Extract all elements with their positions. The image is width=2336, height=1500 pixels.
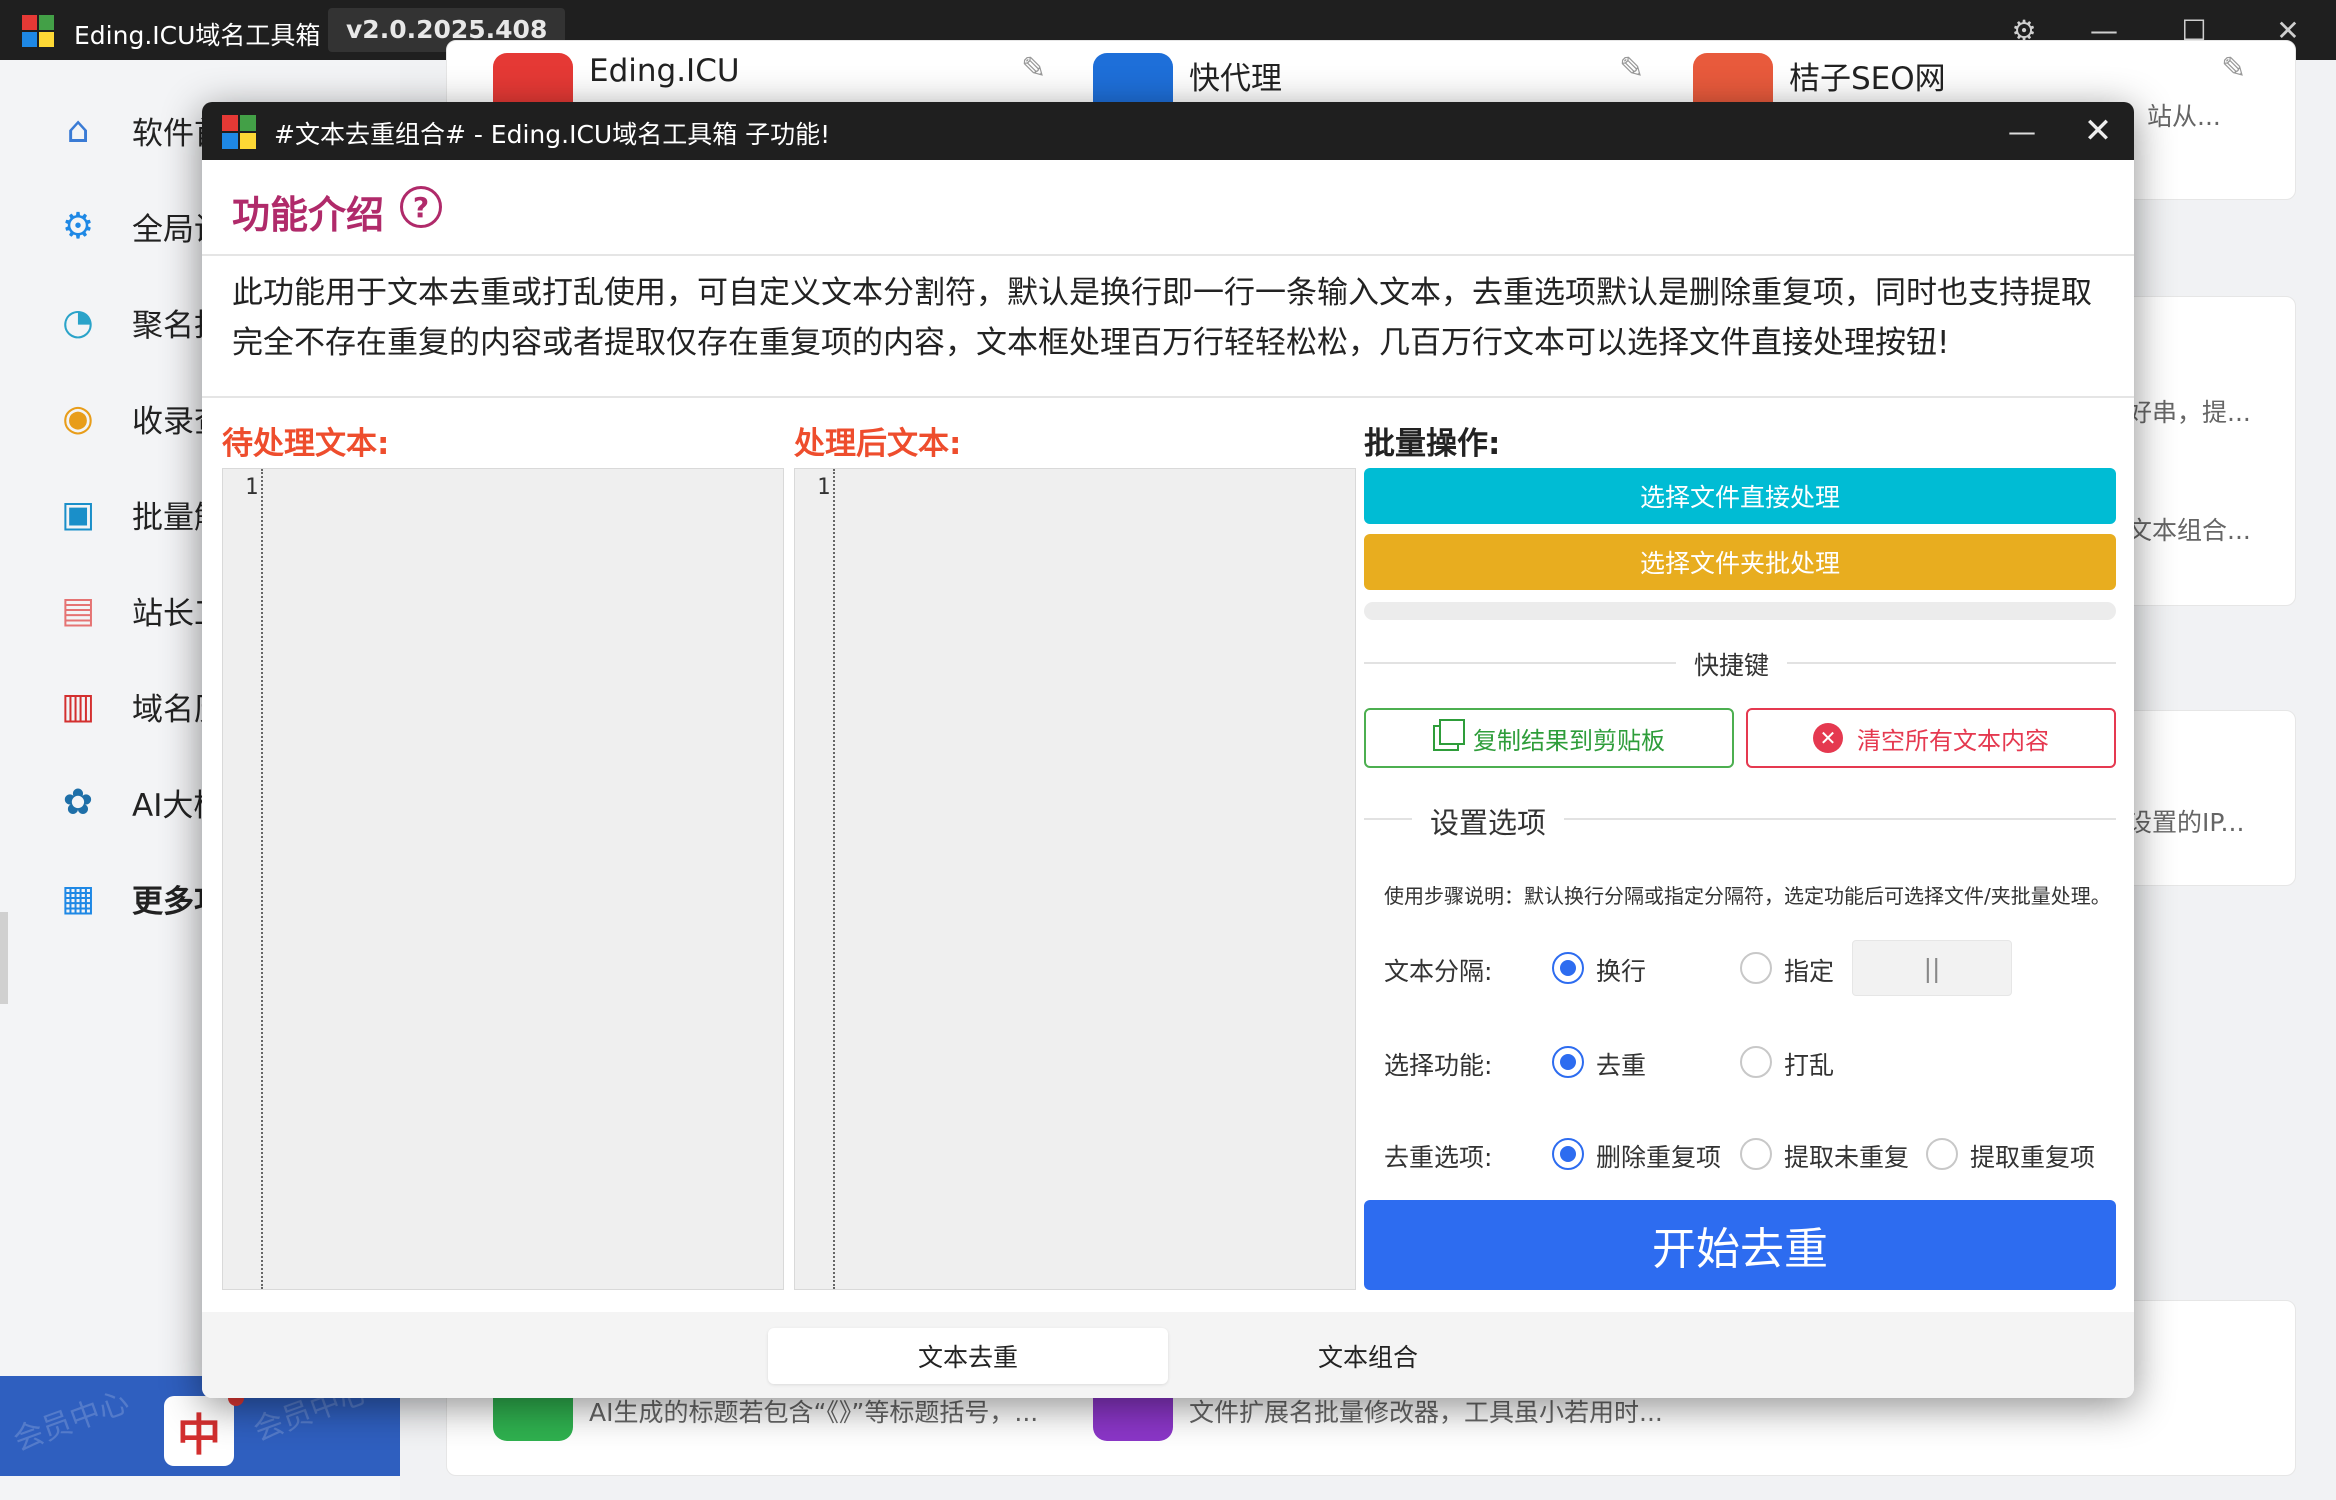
copy-result-button[interactable]: 复制结果到剪贴板 <box>1364 708 1734 768</box>
gear-icon: ⚙ <box>61 205 95 247</box>
tool-title: 快代理 <box>1189 61 1282 97</box>
copy-button-label: 复制结果到剪贴板 <box>1473 726 1665 755</box>
dialog-titlebar: #文本去重组合# - Eding.ICU域名工具箱 子功能! — ✕ <box>202 102 2134 160</box>
tool-title: Eding.ICU <box>589 53 740 89</box>
sidebar-active-indicator <box>0 912 8 1004</box>
output-heading: 处理后文本: <box>794 426 962 462</box>
select-file-button[interactable]: 选择文件直接处理 <box>1364 468 2116 524</box>
batch-heading: 批量操作: <box>1364 426 1501 462</box>
barcode-icon: ▥ <box>60 685 95 727</box>
start-dedup-button[interactable]: 开始去重 <box>1364 1200 2116 1290</box>
toolbox-icon: ▤ <box>60 589 95 631</box>
input-heading: 待处理文本: <box>222 426 390 462</box>
radio-label: 去重 <box>1596 1051 1647 1080</box>
tool-desc: 好串，提... <box>2127 398 2251 427</box>
line-number: 1 <box>245 475 259 500</box>
copy-icon <box>1433 719 1465 751</box>
minimize-button[interactable]: — <box>1982 102 2062 160</box>
radio-label: 删除重复项 <box>1596 1143 1722 1172</box>
separator-label: 文本分隔: <box>1384 957 1493 986</box>
home-icon: ⌂ <box>66 109 90 151</box>
radio-label: 换行 <box>1596 957 1647 986</box>
cursor-icon: ▣ <box>60 493 95 535</box>
intro-title: 功能介绍 <box>232 193 385 237</box>
edit-icon[interactable]: ✎ <box>1619 51 1644 86</box>
radio-label: 提取未重复 <box>1784 1143 1910 1172</box>
edit-icon[interactable]: ✎ <box>1021 51 1046 86</box>
member-avatar[interactable]: 中 <box>164 1396 234 1466</box>
radio-label: 打乱 <box>1784 1051 1835 1080</box>
grid-icon: ▦ <box>60 877 95 919</box>
divider <box>202 396 2134 398</box>
member-watermark: 会员中心 <box>8 1384 134 1459</box>
line-gutter <box>223 469 263 1289</box>
function-label: 选择功能: <box>1384 1051 1493 1080</box>
tool-desc: AI生成的标题若包含“《》”等标题括号，... <box>589 1398 1039 1427</box>
app-title: Eding.ICU域名工具箱 <box>74 21 321 50</box>
gauge-icon: ◔ <box>62 301 94 343</box>
radio-extract-unique[interactable] <box>1740 1138 1772 1170</box>
select-folder-button[interactable]: 选择文件夹批处理 <box>1364 534 2116 590</box>
dedup-options-label: 去重选项: <box>1384 1143 1493 1172</box>
intro-text: 此功能用于文本去重或打乱使用，可自定义文本分割符，默认是换行即一行一条输入文本，… <box>232 275 2092 361</box>
edit-icon[interactable]: ✎ <box>2221 51 2246 86</box>
output-textarea[interactable]: 1 <box>794 468 1356 1290</box>
tab-text-dedup[interactable]: 文本去重 <box>768 1328 1168 1384</box>
line-number: 1 <box>817 475 831 500</box>
radio-label: 指定 <box>1784 957 1835 986</box>
ai-model-icon: ✿ <box>62 781 94 823</box>
close-circle-icon: ✕ <box>1813 723 1843 753</box>
tool-title: 桔子SEO网 <box>1789 61 1946 97</box>
steps-text: 使用步骤说明：默认换行分隔或指定分隔符，选定功能后可选择文件/夹批量处理。 <box>1384 884 2111 908</box>
radio-dedup[interactable] <box>1552 1046 1584 1078</box>
dialog-footer-tabs: 文本去重 文本组合 <box>202 1312 2134 1398</box>
clear-all-button[interactable]: ✕ 清空所有文本内容 <box>1746 708 2116 768</box>
separator-input[interactable]: || <box>1852 940 2012 996</box>
divider <box>202 254 2134 256</box>
shortcut-label: 快捷键 <box>1676 646 1788 682</box>
settings-label: 设置选项 <box>1412 800 1565 842</box>
input-textarea[interactable]: 1 <box>222 468 784 1290</box>
clear-button-label: 清空所有文本内容 <box>1857 726 2049 755</box>
progress-bar <box>1364 602 2116 620</box>
tool-desc: 站从... <box>2147 102 2221 131</box>
app-logo-icon <box>22 15 54 47</box>
radio-custom[interactable] <box>1740 952 1772 984</box>
tool-desc: 设置的IP... <box>2127 808 2245 837</box>
radio-newline[interactable] <box>1552 952 1584 984</box>
line-gutter <box>795 469 835 1289</box>
close-button[interactable]: ✕ <box>2062 102 2134 160</box>
help-icon[interactable]: ? <box>400 186 442 228</box>
tool-desc: 文本组合... <box>2127 516 2251 545</box>
radio-extract-duplicates[interactable] <box>1926 1138 1958 1170</box>
dedup-dialog: #文本去重组合# - Eding.ICU域名工具箱 子功能! — ✕ 功能介绍 … <box>202 102 2134 1398</box>
radio-shuffle[interactable] <box>1740 1046 1772 1078</box>
radio-label: 提取重复项 <box>1970 1143 2096 1172</box>
tool-desc: 文件扩展名批量修改器，工具虽小若用时... <box>1189 1398 1663 1427</box>
dialog-title: #文本去重组合# - Eding.ICU域名工具箱 子功能! <box>274 120 831 149</box>
tab-text-combine[interactable]: 文本组合 <box>1168 1328 1568 1384</box>
radio-remove-duplicates[interactable] <box>1552 1138 1584 1170</box>
search-icon: ◉ <box>62 397 94 439</box>
app-logo-icon <box>222 115 256 149</box>
